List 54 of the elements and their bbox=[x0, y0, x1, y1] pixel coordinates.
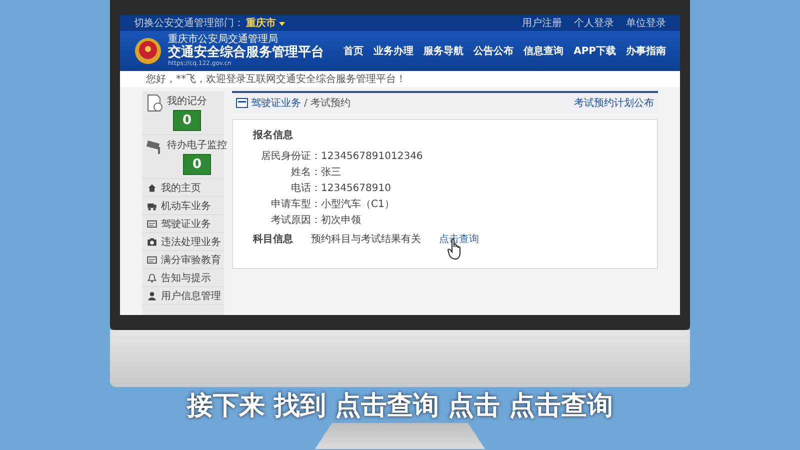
schedule-link[interactable]: 考试预约计划公布 bbox=[574, 96, 654, 110]
account-link[interactable]: 用户注册 bbox=[522, 16, 562, 30]
card-icon bbox=[147, 218, 157, 228]
score-count: 0 bbox=[183, 154, 211, 175]
nav-item[interactable]: 业务办理 bbox=[374, 44, 414, 58]
field-label: 居民身份证： bbox=[260, 150, 321, 163]
sidebar-item[interactable]: 驾驶证业务 bbox=[142, 215, 224, 233]
document-icon bbox=[146, 94, 164, 112]
department-dropdown[interactable]: 重庆市 bbox=[246, 16, 285, 30]
sidebar-item[interactable]: 告知与提示 bbox=[142, 269, 224, 287]
score-label: 待办电子监控 bbox=[167, 138, 227, 152]
section-heading: 科目信息 bbox=[253, 232, 293, 246]
nav-item[interactable]: 办事指南 bbox=[626, 44, 666, 58]
breadcrumb-current: / 考试预约 bbox=[304, 96, 351, 110]
score-count: 0 bbox=[173, 110, 201, 131]
truck-icon bbox=[147, 200, 157, 210]
bell-icon bbox=[147, 272, 157, 282]
camera-icon bbox=[147, 236, 157, 246]
user-icon bbox=[147, 290, 157, 300]
sidebar-item[interactable]: 机动车业务 bbox=[142, 197, 224, 215]
field-value: 张三 bbox=[321, 166, 341, 179]
field-value: 小型汽车（C1） bbox=[321, 198, 394, 211]
caret-icon bbox=[279, 22, 285, 26]
field-label: 姓名： bbox=[290, 166, 321, 179]
section-heading: 报名信息 bbox=[253, 128, 294, 142]
organization-name: 重庆市公安局交通管理局 bbox=[168, 34, 279, 45]
welcome-message: 您好，**飞，欢迎登录互联网交通安全综合服务管理平台！ bbox=[146, 72, 406, 86]
breadcrumb-link[interactable]: 驾驶证业务 bbox=[251, 96, 301, 110]
score-label: 我的记分 bbox=[167, 94, 207, 108]
field-value: 12345678910 bbox=[321, 182, 391, 194]
home-icon bbox=[147, 182, 157, 192]
sidebar-item[interactable]: 满分审验教育 bbox=[142, 251, 224, 269]
subject-note: 预约科目与考试结果有关 bbox=[311, 232, 421, 246]
nav-item[interactable]: APP下载 bbox=[574, 44, 616, 58]
nav-item[interactable]: 公告公布 bbox=[474, 44, 514, 58]
account-link[interactable]: 单位登录 bbox=[626, 16, 666, 30]
site-title: 交通安全综合服务管理平台 bbox=[168, 45, 324, 60]
nav-item[interactable]: 服务导航 bbox=[424, 44, 464, 58]
field-value: 1234567891012346 bbox=[321, 150, 423, 162]
sidebar-item[interactable]: 我的主页 bbox=[142, 179, 224, 197]
field-label: 申请车型： bbox=[270, 198, 321, 211]
department-label: 切换公安交通管理部门： bbox=[134, 16, 244, 30]
police-emblem-icon bbox=[134, 37, 162, 65]
card-icon bbox=[147, 254, 157, 264]
video-subtitle: 接下来 找到 点击查询 点击 点击查询 bbox=[186, 390, 614, 423]
nav-item[interactable]: 信息查询 bbox=[524, 44, 564, 58]
field-label: 电话： bbox=[290, 182, 321, 195]
field-value: 初次申领 bbox=[321, 214, 361, 227]
nav-item[interactable]: 首页 bbox=[344, 44, 364, 58]
sidebar-item[interactable]: 用户信息管理 bbox=[142, 287, 224, 305]
sidebar-item[interactable]: 违法处理业务 bbox=[142, 233, 224, 251]
field-label: 考试原因： bbox=[270, 214, 321, 227]
account-link[interactable]: 个人登录 bbox=[574, 16, 614, 30]
card-icon bbox=[236, 98, 248, 108]
